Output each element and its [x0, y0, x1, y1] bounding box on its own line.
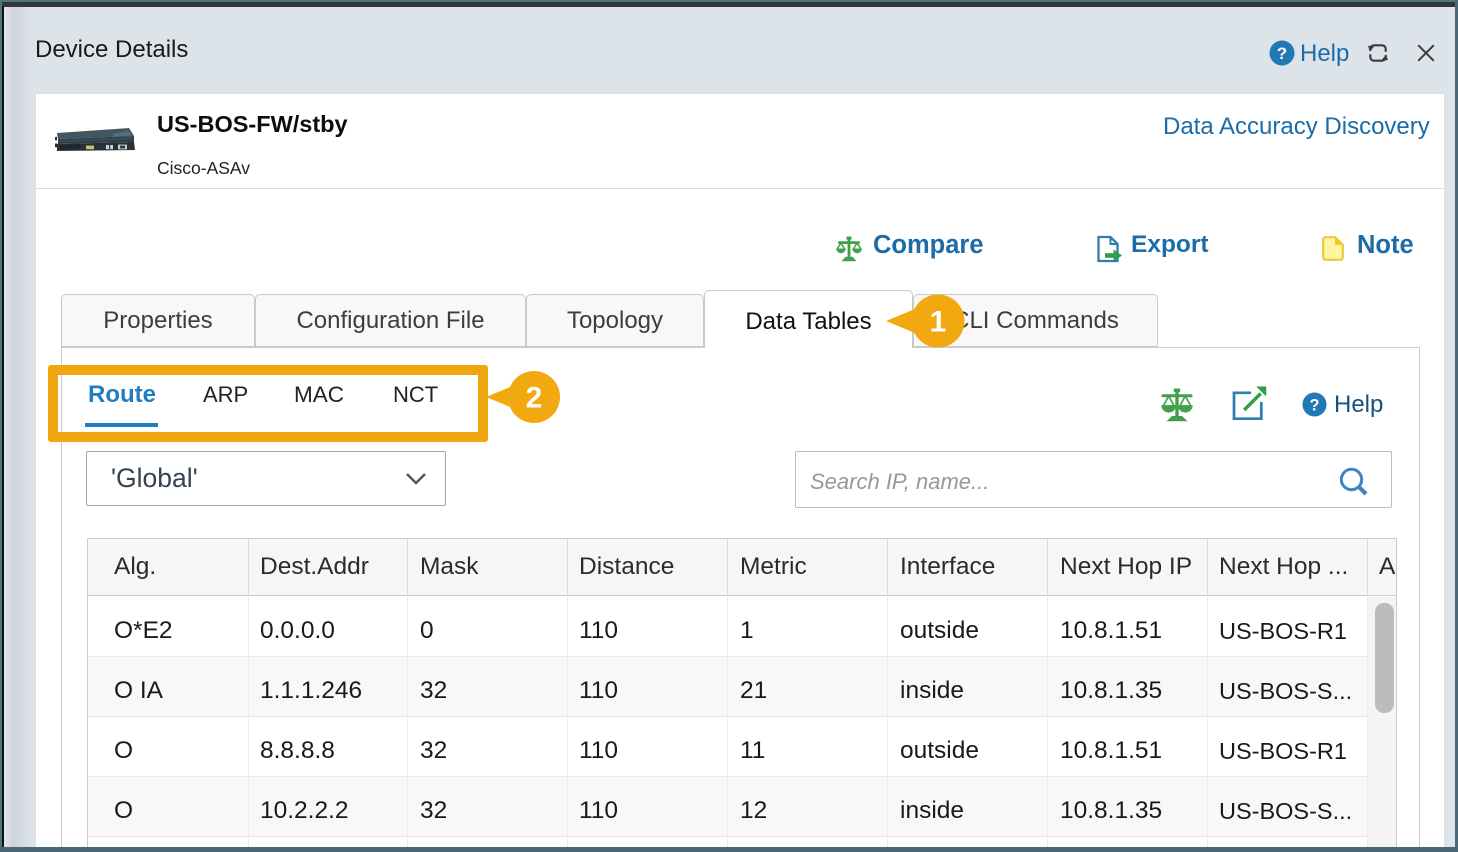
svg-text:1: 1 [929, 306, 946, 339]
svg-text:2: 2 [526, 382, 543, 415]
svg-text:?: ? [1277, 44, 1287, 63]
svg-text:?: ? [1310, 396, 1320, 414]
